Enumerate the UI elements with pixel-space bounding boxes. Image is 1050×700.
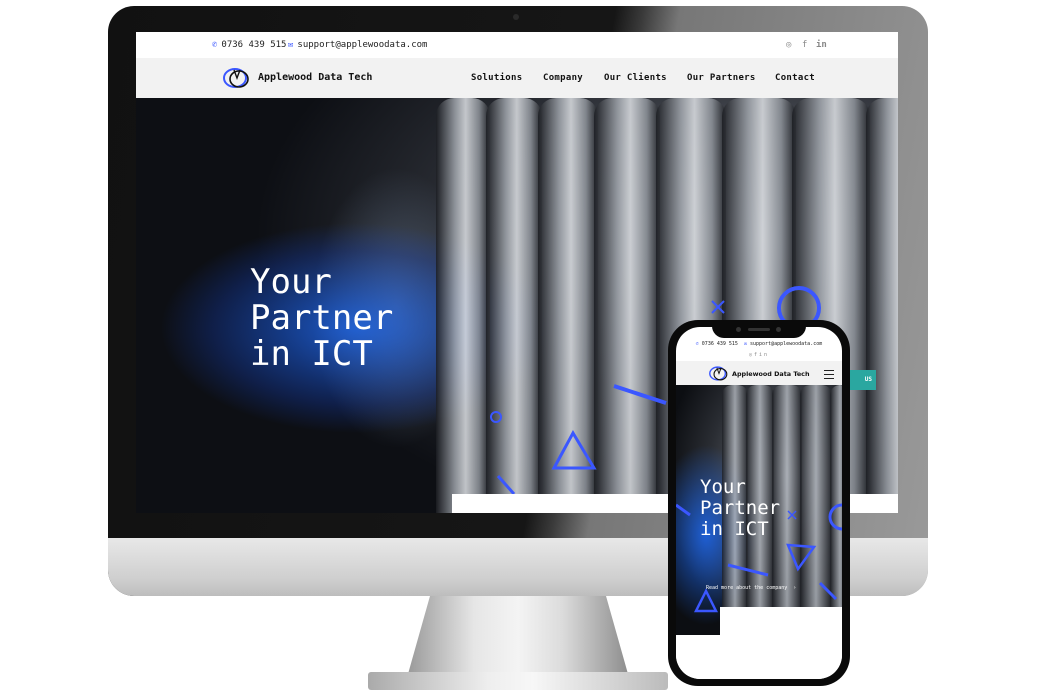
- imac-camera: [513, 14, 519, 20]
- mobile-below-fold: [676, 635, 842, 679]
- hero-title-line: Your: [250, 262, 332, 302]
- phone-number: 0736 439 515: [221, 40, 287, 50]
- brand-name[interactable]: Applewood Data Tech: [258, 72, 372, 83]
- small-circle-shape: [490, 411, 502, 423]
- facebook-icon[interactable]: f: [802, 40, 807, 50]
- hero-title-line: in ICT: [700, 518, 769, 540]
- mail-icon: ✉: [288, 40, 294, 50]
- read-more-link[interactable]: Read more about the company ›: [706, 585, 796, 591]
- email-contact[interactable]: ✉ support@applewoodata.com: [288, 40, 427, 50]
- nav-our-clients[interactable]: Our Clients: [604, 73, 667, 83]
- mobile-hero-title: Your Partner in ICT: [700, 477, 780, 540]
- nav-contact[interactable]: Contact: [775, 73, 815, 83]
- mail-icon: ✉: [743, 341, 747, 347]
- hamburger-menu-icon[interactable]: [824, 370, 834, 379]
- phone-notch: [712, 322, 806, 338]
- imac-stand: [408, 596, 628, 674]
- nav-solutions[interactable]: Solutions: [471, 73, 522, 83]
- mobile-social-row: ◎fin: [676, 352, 842, 358]
- phone-sensor: [776, 327, 781, 332]
- hero-title-line: in ICT: [250, 334, 373, 374]
- phone-speaker: [748, 328, 770, 331]
- hero-title-line: Partner: [250, 298, 394, 338]
- mobile-email-address[interactable]: support@applewoodata.com: [750, 341, 822, 347]
- mobile-phone-number[interactable]: 0736 439 515: [702, 341, 738, 347]
- read-more-label: Read more about the company: [706, 585, 788, 591]
- main-navbar: Applewood Data Tech Solutions Company Ou…: [136, 58, 898, 98]
- mobile-brand-name[interactable]: Applewood Data Tech: [732, 370, 810, 378]
- chevron-right-icon: ›: [790, 585, 797, 591]
- mobile-hero-section: Your Partner in ICT Read more about the …: [676, 385, 842, 635]
- phone-camera-icon: [736, 327, 741, 332]
- hero-title: Your Partner in ICT: [250, 264, 393, 372]
- phone-icon: ✆: [695, 341, 699, 347]
- brand-logo-icon[interactable]: [222, 66, 252, 90]
- email-address: support@applewoodata.com: [297, 40, 428, 50]
- imac-stand-base: [368, 672, 668, 690]
- dash-shape: [613, 384, 667, 405]
- hero-title-line: Partner: [700, 497, 781, 519]
- whatsapp-icon[interactable]: ◎: [786, 40, 791, 50]
- brand-logo-icon[interactable]: [708, 365, 730, 382]
- linkedin-icon[interactable]: in: [816, 40, 827, 50]
- nav-company[interactable]: Company: [543, 73, 583, 83]
- mobile-contact-bar: ✆ 0736 439 515 ✉ support@applewoodata.co…: [676, 341, 842, 347]
- contact-bar: ✆ 0736 439 515 ✉ support@applewoodata.com …: [136, 32, 898, 58]
- mobile-navbar: Applewood Data Tech: [676, 361, 842, 385]
- linkedin-icon[interactable]: in: [759, 352, 769, 358]
- mobile-content-panel: [720, 607, 842, 635]
- mobile-website: ✆ 0736 439 515 ✉ support@applewoodata.co…: [676, 327, 842, 679]
- nav-our-partners[interactable]: Our Partners: [687, 73, 756, 83]
- hero-title-line: Your: [700, 476, 746, 498]
- phone-icon: ✆: [212, 40, 218, 50]
- triangle-shape: [551, 429, 597, 470]
- phone-contact[interactable]: ✆ 0736 439 515: [212, 40, 286, 50]
- dash-shape: [496, 475, 516, 495]
